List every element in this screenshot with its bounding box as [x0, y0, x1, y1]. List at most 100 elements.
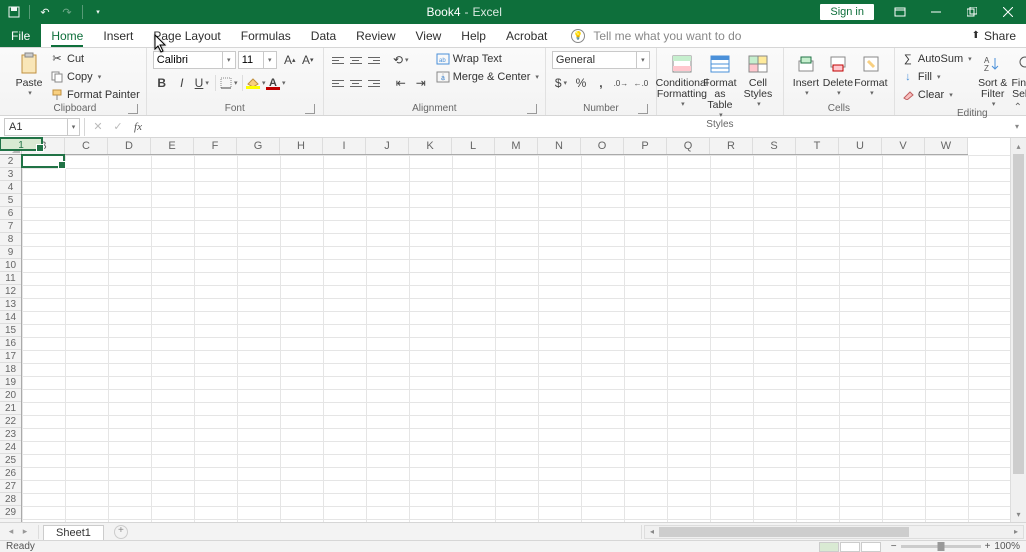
- column-header[interactable]: S: [753, 138, 796, 154]
- formula-input[interactable]: [151, 118, 1010, 136]
- font-size-dropdown[interactable]: ▾: [264, 51, 277, 69]
- tab-formulas[interactable]: Formulas: [231, 24, 301, 47]
- fill-color-icon[interactable]: [247, 74, 265, 92]
- save-icon[interactable]: [4, 0, 24, 24]
- row-header[interactable]: 26: [0, 467, 21, 480]
- font-launcher-icon[interactable]: [305, 104, 315, 114]
- tab-help[interactable]: Help: [451, 24, 496, 47]
- bold-icon[interactable]: B: [153, 74, 171, 92]
- row-header[interactable]: 2: [0, 155, 21, 168]
- row-header[interactable]: 13: [0, 298, 21, 311]
- column-header[interactable]: I: [323, 138, 366, 154]
- row-header[interactable]: 20: [0, 389, 21, 402]
- restore-icon[interactable]: [954, 7, 990, 17]
- align-right-icon[interactable]: [366, 75, 382, 91]
- column-header[interactable]: M: [495, 138, 538, 154]
- tab-data[interactable]: Data: [301, 24, 346, 47]
- row-header[interactable]: 7: [0, 220, 21, 233]
- new-sheet-button[interactable]: [112, 525, 130, 539]
- customize-qat-icon[interactable]: ▾: [88, 0, 108, 24]
- decrease-decimal-icon[interactable]: ←.0: [632, 74, 650, 92]
- scroll-right-icon[interactable]: ▸: [1009, 526, 1023, 538]
- clipboard-launcher-icon[interactable]: [128, 104, 138, 114]
- column-header[interactable]: C: [65, 138, 108, 154]
- row-header[interactable]: 24: [0, 441, 21, 454]
- row-header[interactable]: 8: [0, 233, 21, 246]
- column-header[interactable]: K: [409, 138, 452, 154]
- clear-button[interactable]: Clear: [901, 86, 972, 103]
- scroll-down-icon[interactable]: ▾: [1011, 506, 1026, 522]
- row-header[interactable]: 15: [0, 324, 21, 337]
- align-middle-icon[interactable]: [348, 52, 364, 68]
- sheet-nav[interactable]: ◂▸: [0, 526, 36, 537]
- align-center-icon[interactable]: [348, 75, 364, 91]
- name-box-dropdown[interactable]: ▾: [68, 118, 80, 136]
- scroll-left-icon[interactable]: ◂: [645, 526, 659, 538]
- align-bottom-icon[interactable]: [366, 52, 382, 68]
- tab-view[interactable]: View: [406, 24, 452, 47]
- column-header[interactable]: O: [581, 138, 624, 154]
- row-header[interactable]: 16: [0, 337, 21, 350]
- row-header[interactable]: 4: [0, 181, 21, 194]
- comma-style-icon[interactable]: ,: [592, 74, 610, 92]
- minimize-icon[interactable]: [918, 7, 954, 17]
- decrease-indent-icon[interactable]: ⇤: [392, 74, 410, 92]
- sheet-tab[interactable]: Sheet1: [43, 525, 104, 540]
- format-as-table-button[interactable]: Format asTable: [701, 50, 739, 119]
- number-launcher-icon[interactable]: [638, 104, 648, 114]
- column-header[interactable]: V: [882, 138, 925, 154]
- column-headers[interactable]: ABCDEFGHIJKLMNOPQRSTUVW: [22, 138, 968, 155]
- increase-decimal-icon[interactable]: .0→: [612, 74, 630, 92]
- underline-icon[interactable]: U: [193, 74, 211, 92]
- accounting-format-icon[interactable]: $: [552, 74, 570, 92]
- row-header[interactable]: 1: [0, 137, 43, 151]
- autosum-button[interactable]: ∑AutoSum: [901, 50, 972, 67]
- column-header[interactable]: E: [151, 138, 194, 154]
- font-color-icon[interactable]: A: [267, 74, 285, 92]
- row-header[interactable]: 11: [0, 272, 21, 285]
- row-header[interactable]: 14: [0, 311, 21, 324]
- page-break-view-icon[interactable]: [861, 542, 881, 552]
- font-name-dropdown[interactable]: ▾: [223, 51, 236, 69]
- cells-area[interactable]: [22, 155, 1010, 522]
- copy-button[interactable]: Copy: [50, 68, 140, 85]
- cell-styles-button[interactable]: CellStyles: [739, 50, 777, 108]
- zoom-out-icon[interactable]: −: [891, 541, 897, 552]
- column-header[interactable]: F: [194, 138, 237, 154]
- column-header[interactable]: P: [624, 138, 667, 154]
- scroll-up-icon[interactable]: ▴: [1011, 138, 1026, 154]
- ribbon-display-options-icon[interactable]: [882, 7, 918, 17]
- column-header[interactable]: G: [237, 138, 280, 154]
- row-header[interactable]: 25: [0, 454, 21, 467]
- tab-insert[interactable]: Insert: [93, 24, 143, 47]
- row-header[interactable]: 23: [0, 428, 21, 441]
- row-header[interactable]: 22: [0, 415, 21, 428]
- column-header[interactable]: L: [452, 138, 495, 154]
- increase-font-icon[interactable]: A▴: [281, 51, 299, 69]
- tab-page-layout[interactable]: Page Layout: [143, 24, 230, 47]
- row-header[interactable]: 6: [0, 207, 21, 220]
- insert-cells-button[interactable]: Insert: [790, 50, 822, 97]
- insert-function-icon[interactable]: fx: [129, 121, 147, 133]
- merge-center-button[interactable]: aMerge & Center: [436, 68, 539, 85]
- column-header[interactable]: T: [796, 138, 839, 154]
- number-format-dropdown[interactable]: ▾: [637, 51, 650, 69]
- row-header[interactable]: 27: [0, 480, 21, 493]
- tab-review[interactable]: Review: [346, 24, 405, 47]
- row-header[interactable]: 3: [0, 168, 21, 181]
- zoom-level[interactable]: 100%: [994, 541, 1020, 552]
- sort-filter-button[interactable]: AZ Sort &Filter: [976, 50, 1010, 108]
- column-header[interactable]: H: [280, 138, 323, 154]
- format-cells-button[interactable]: Format: [854, 50, 888, 97]
- row-header[interactable]: 5: [0, 194, 21, 207]
- tab-file[interactable]: File: [0, 24, 41, 47]
- format-painter-button[interactable]: Format Painter: [50, 86, 140, 103]
- expand-formula-bar-icon[interactable]: ▾: [1010, 122, 1024, 131]
- tab-home[interactable]: Home: [41, 24, 93, 47]
- row-header[interactable]: 12: [0, 285, 21, 298]
- row-header[interactable]: 10: [0, 259, 21, 272]
- row-headers[interactable]: 1234567891011121314151617181920212223242…: [0, 155, 22, 522]
- percent-style-icon[interactable]: %: [572, 74, 590, 92]
- decrease-font-icon[interactable]: A▾: [299, 51, 317, 69]
- row-header[interactable]: 9: [0, 246, 21, 259]
